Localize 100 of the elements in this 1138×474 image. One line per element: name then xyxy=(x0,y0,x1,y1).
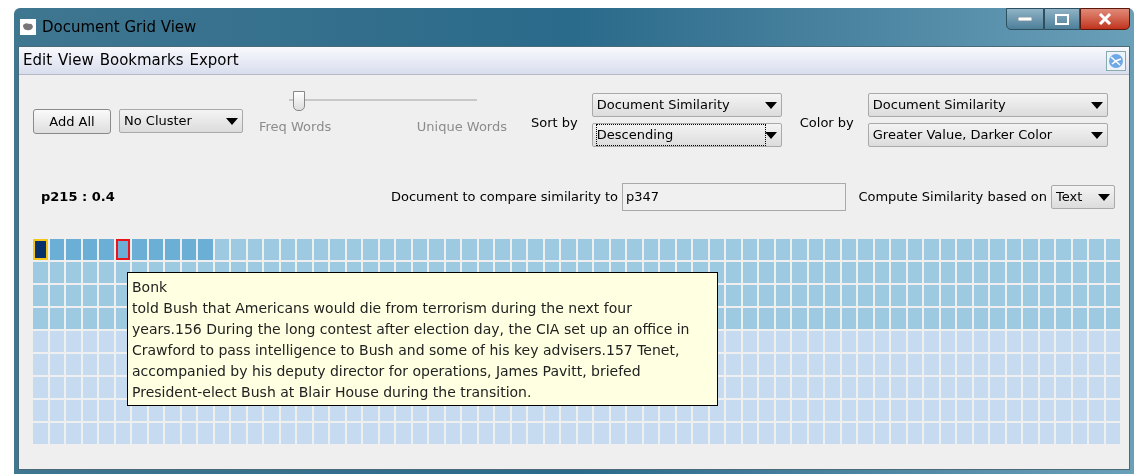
maximize-button[interactable] xyxy=(1044,8,1080,30)
grid-cell[interactable] xyxy=(957,308,972,329)
grid-cell[interactable] xyxy=(874,308,889,329)
grid-cell[interactable] xyxy=(990,239,1005,260)
grid-cell[interactable] xyxy=(1072,400,1087,421)
grid-cell[interactable] xyxy=(1072,285,1087,306)
grid-cell[interactable] xyxy=(841,308,856,329)
grid-cell[interactable] xyxy=(462,423,477,444)
grid-cell[interactable] xyxy=(594,423,609,444)
grid-cell[interactable] xyxy=(280,423,295,444)
grid-cell[interactable] xyxy=(1072,423,1087,444)
grid-cell[interactable] xyxy=(231,423,246,444)
grid-cell[interactable] xyxy=(874,285,889,306)
grid-cell[interactable] xyxy=(330,423,345,444)
grid-cell[interactable] xyxy=(973,239,988,260)
grid-cell[interactable] xyxy=(247,239,262,260)
grid-cell[interactable] xyxy=(1056,239,1071,260)
grid-cell[interactable] xyxy=(775,285,790,306)
menu-item[interactable]: Bookmarks xyxy=(97,49,186,72)
grid-cell[interactable] xyxy=(1089,262,1104,283)
grid-cell[interactable] xyxy=(924,308,939,329)
color-scheme-dropdown[interactable]: Greater Value, Darker Color xyxy=(867,123,1108,147)
grid-cell[interactable] xyxy=(1039,285,1054,306)
grid-cell[interactable] xyxy=(82,262,97,283)
grid-cell[interactable] xyxy=(247,423,262,444)
grid-cell[interactable] xyxy=(808,400,823,421)
grid-cell[interactable] xyxy=(511,423,526,444)
grid-cell[interactable] xyxy=(429,239,444,260)
grid-cell[interactable] xyxy=(973,308,988,329)
grid-cell[interactable] xyxy=(874,423,889,444)
grid-cell[interactable] xyxy=(346,239,361,260)
grid-cell[interactable] xyxy=(742,377,757,398)
grid-cell[interactable] xyxy=(973,423,988,444)
grid-cell[interactable] xyxy=(396,239,411,260)
grid-cell[interactable] xyxy=(775,354,790,375)
grid-cell[interactable] xyxy=(693,239,708,260)
grid-cell[interactable] xyxy=(280,239,295,260)
grid-cell[interactable] xyxy=(924,331,939,352)
grid-cell[interactable] xyxy=(660,239,675,260)
grid-cell[interactable] xyxy=(742,400,757,421)
sort-field-dropdown[interactable]: Document Similarity xyxy=(591,93,782,117)
grid-cell[interactable] xyxy=(775,377,790,398)
grid-cell[interactable] xyxy=(82,400,97,421)
grid-cell[interactable] xyxy=(49,423,64,444)
grid-cell[interactable] xyxy=(1039,377,1054,398)
grid-cell[interactable] xyxy=(957,239,972,260)
grid-cell[interactable] xyxy=(66,354,81,375)
minimize-button[interactable] xyxy=(1006,8,1044,30)
grid-cell[interactable] xyxy=(297,423,312,444)
grid-cell[interactable] xyxy=(957,377,972,398)
grid-cell[interactable] xyxy=(841,400,856,421)
grid-cell[interactable] xyxy=(495,423,510,444)
grid-cell[interactable] xyxy=(132,239,147,260)
grid-cell[interactable] xyxy=(891,354,906,375)
color-field-dropdown[interactable]: Document Similarity xyxy=(867,93,1108,117)
grid-cell[interactable] xyxy=(924,285,939,306)
grid-cell[interactable] xyxy=(1056,331,1071,352)
grid-cell[interactable] xyxy=(1105,262,1120,283)
grid-cell[interactable] xyxy=(577,239,592,260)
grid-cell[interactable] xyxy=(907,308,922,329)
grid-cell[interactable] xyxy=(759,377,774,398)
grid-cell[interactable] xyxy=(1105,400,1120,421)
grid-cell[interactable] xyxy=(858,354,873,375)
grid-cell[interactable] xyxy=(775,308,790,329)
grid-cell[interactable] xyxy=(1089,423,1104,444)
menu-item[interactable]: Edit xyxy=(21,49,55,72)
grid-cell[interactable] xyxy=(990,308,1005,329)
compare-document-field[interactable]: p347 xyxy=(622,183,846,211)
grid-cell[interactable] xyxy=(792,285,807,306)
grid-cell[interactable] xyxy=(82,308,97,329)
grid-cell[interactable] xyxy=(742,308,757,329)
grid-cell[interactable] xyxy=(709,423,724,444)
grid-cell[interactable] xyxy=(726,354,741,375)
grid-cell[interactable] xyxy=(1056,308,1071,329)
grid-cell[interactable] xyxy=(759,239,774,260)
grid-cell[interactable] xyxy=(313,423,328,444)
grid-cell[interactable] xyxy=(1056,285,1071,306)
grid-cell[interactable] xyxy=(49,331,64,352)
grid-cell[interactable] xyxy=(610,423,625,444)
grid-cell[interactable] xyxy=(693,423,708,444)
grid-cell[interactable] xyxy=(49,400,64,421)
grid-cell[interactable] xyxy=(412,423,427,444)
grid-cell[interactable] xyxy=(49,308,64,329)
grid-cell[interactable] xyxy=(346,423,361,444)
grid-cell[interactable] xyxy=(198,239,213,260)
grid-cell[interactable] xyxy=(841,354,856,375)
grid-cell[interactable] xyxy=(775,331,790,352)
grid-cell[interactable] xyxy=(742,354,757,375)
grid-cell[interactable] xyxy=(990,423,1005,444)
grid-cell[interactable] xyxy=(742,262,757,283)
grid-cell[interactable] xyxy=(99,285,114,306)
grid-cell[interactable] xyxy=(990,377,1005,398)
grid-cell[interactable] xyxy=(891,423,906,444)
grid-cell[interactable] xyxy=(1006,239,1021,260)
grid-cell[interactable] xyxy=(33,308,48,329)
grid-cell[interactable] xyxy=(264,423,279,444)
grid-cell[interactable] xyxy=(66,423,81,444)
grid-cell[interactable] xyxy=(907,423,922,444)
grid-cell[interactable] xyxy=(115,239,130,260)
grid-cell[interactable] xyxy=(891,331,906,352)
